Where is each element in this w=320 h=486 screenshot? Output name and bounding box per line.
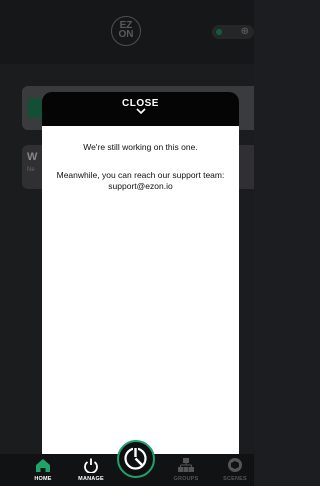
nav-label-home: HOME (34, 476, 52, 482)
groups-icon (178, 458, 194, 472)
modal-message: We're still working on this one. (83, 142, 198, 152)
home-icon (36, 459, 50, 472)
scenes-icon (228, 458, 242, 472)
power-icon (84, 458, 98, 473)
nav-label-scenes: SCENES (223, 476, 247, 482)
nav-item-groups[interactable]: GROUPS (163, 454, 209, 486)
nav-label-groups: GROUPS (173, 476, 199, 482)
nav-label-manage: MANAGE (78, 476, 104, 482)
chevron-down-icon (42, 108, 239, 118)
ezon-power-icon (124, 446, 147, 470)
nav-item-scenes[interactable]: SCENES (212, 454, 258, 486)
modal-support-text: Meanwhile, you can reach our support tea… (56, 170, 225, 191)
nav-item-manage[interactable]: MANAGE (68, 454, 114, 486)
modal-close-header[interactable]: CLOSE (42, 92, 239, 126)
main-action-button[interactable] (117, 440, 155, 478)
nav-item-home[interactable]: HOME (20, 454, 66, 486)
modal-body: We're still working on this one. Meanwhi… (42, 126, 239, 456)
